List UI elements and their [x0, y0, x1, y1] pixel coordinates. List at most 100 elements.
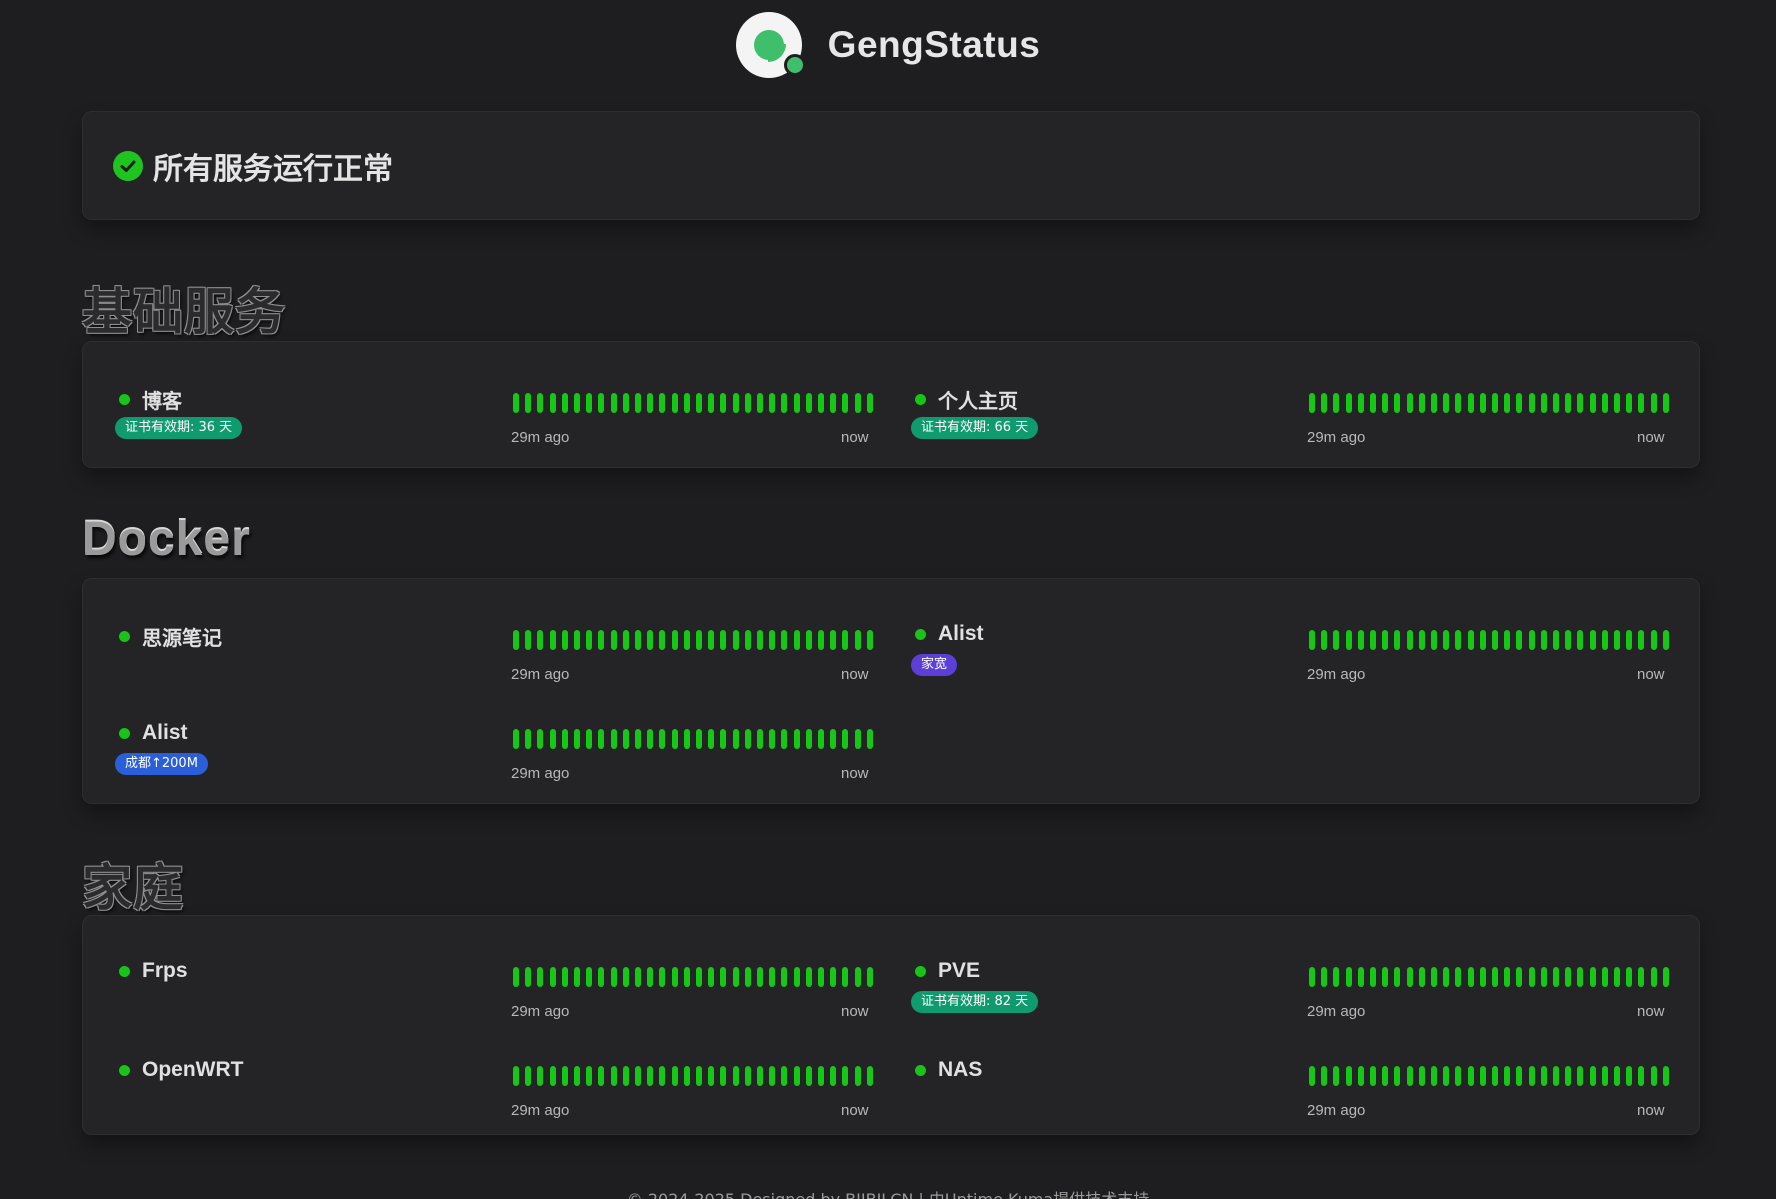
heartbeat-bar[interactable]	[1614, 630, 1621, 650]
heartbeat-bar[interactable]	[622, 630, 629, 650]
heartbeat-bar[interactable]	[1418, 630, 1425, 650]
heartbeat-bar[interactable]	[610, 630, 617, 650]
heartbeat-bar[interactable]	[671, 393, 678, 413]
heartbeat-bar[interactable]	[696, 393, 703, 413]
heartbeat-bar[interactable]	[513, 1066, 519, 1086]
heartbeat-bar[interactable]	[1370, 393, 1377, 413]
heartbeat-bar[interactable]	[1370, 967, 1377, 987]
heartbeat-bar[interactable]	[696, 630, 703, 650]
heartbeat-bar[interactable]	[683, 729, 690, 749]
heartbeat-bar[interactable]	[586, 1066, 593, 1086]
heartbeat-bar[interactable]	[647, 967, 654, 987]
heartbeat-bar[interactable]	[1650, 967, 1657, 987]
heartbeat-bar[interactable]	[635, 1066, 642, 1086]
heartbeat-bar[interactable]	[610, 967, 617, 987]
heartbeat-bar[interactable]	[1321, 1066, 1328, 1086]
heartbeat-bar[interactable]	[769, 967, 776, 987]
heartbeat-bar[interactable]	[1601, 1066, 1608, 1086]
heartbeat-bar[interactable]	[1345, 967, 1352, 987]
heartbeat-bar[interactable]	[610, 393, 617, 413]
heartbeat-bar[interactable]	[549, 630, 556, 650]
heartbeat-bar[interactable]	[1626, 967, 1633, 987]
heartbeat-bar[interactable]	[1504, 967, 1511, 987]
heartbeat-bar[interactable]	[866, 630, 873, 650]
heartbeat-bar[interactable]	[1589, 1066, 1596, 1086]
heartbeat-bar[interactable]	[781, 1066, 788, 1086]
heartbeat-bar[interactable]	[1516, 393, 1523, 413]
heartbeat-bar[interactable]	[610, 1066, 617, 1086]
heartbeat-bar[interactable]	[1382, 393, 1389, 413]
heartbeat-bar[interactable]	[1357, 1066, 1364, 1086]
heartbeat-bar[interactable]	[1406, 630, 1413, 650]
heartbeat-bar[interactable]	[598, 967, 605, 987]
heartbeat-bar[interactable]	[1455, 393, 1462, 413]
heartbeat-bar[interactable]	[1650, 630, 1657, 650]
heartbeat-bar[interactable]	[842, 967, 849, 987]
heartbeat-bar[interactable]	[708, 630, 715, 650]
heartbeat-bar[interactable]	[1626, 1066, 1633, 1086]
heartbeat-bar[interactable]	[1540, 967, 1547, 987]
monitor-item[interactable]: 思源笔记 29m ago now	[83, 614, 873, 704]
heartbeat-bar[interactable]	[635, 967, 642, 987]
heartbeat-bar[interactable]	[854, 630, 861, 650]
heartbeat-bar[interactable]	[805, 1066, 812, 1086]
heartbeat-bar[interactable]	[769, 393, 776, 413]
heartbeat-bar[interactable]	[720, 1066, 727, 1086]
heartbeat-bar[interactable]	[1638, 1066, 1645, 1086]
heartbeat-bar[interactable]	[830, 967, 837, 987]
heartbeat-bar[interactable]	[1382, 967, 1389, 987]
heartbeat-bar[interactable]	[1577, 393, 1584, 413]
monitor-item[interactable]: Alist 家宽 29m ago now	[879, 614, 1669, 704]
heartbeat-bar[interactable]	[757, 1066, 764, 1086]
heartbeat-bar[interactable]	[1577, 630, 1584, 650]
heartbeat-bar[interactable]	[1589, 393, 1596, 413]
heartbeat-bar[interactable]	[1321, 967, 1328, 987]
heartbeat-bar[interactable]	[525, 630, 532, 650]
heartbeat-bar[interactable]	[586, 729, 593, 749]
heartbeat-bar[interactable]	[866, 967, 873, 987]
heartbeat-bar[interactable]	[1455, 967, 1462, 987]
heartbeat-bar[interactable]	[1614, 967, 1621, 987]
heartbeat-bar[interactable]	[818, 393, 825, 413]
heartbeat-bar[interactable]	[1479, 967, 1486, 987]
heartbeat-bar[interactable]	[1650, 1066, 1657, 1086]
heartbeat-bar[interactable]	[561, 967, 568, 987]
heartbeat-bar[interactable]	[793, 1066, 800, 1086]
heartbeat-bar[interactable]	[549, 967, 556, 987]
heartbeat-bar[interactable]	[854, 967, 861, 987]
heartbeat-bar[interactable]	[854, 729, 861, 749]
heartbeat-bar[interactable]	[830, 729, 837, 749]
heartbeat-bar[interactable]	[1577, 967, 1584, 987]
heartbeat-bar[interactable]	[781, 393, 788, 413]
heartbeat-bar[interactable]	[1345, 1066, 1352, 1086]
heartbeat-bar[interactable]	[1382, 1066, 1389, 1086]
heartbeat-bar[interactable]	[586, 630, 593, 650]
heartbeat-bar[interactable]	[842, 729, 849, 749]
heartbeat-bar[interactable]	[1553, 1066, 1560, 1086]
heartbeat-bar[interactable]	[1309, 967, 1315, 987]
heartbeat-bar[interactable]	[1345, 393, 1352, 413]
heartbeat-bar[interactable]	[708, 1066, 715, 1086]
heartbeat-bar[interactable]	[1601, 393, 1608, 413]
heartbeat-bar[interactable]	[696, 967, 703, 987]
heartbeat-bar[interactable]	[525, 967, 532, 987]
heartbeat-bar[interactable]	[744, 393, 751, 413]
heartbeat-bar[interactable]	[1516, 1066, 1523, 1086]
heartbeat-bar[interactable]	[635, 393, 642, 413]
heartbeat-bar[interactable]	[769, 630, 776, 650]
heartbeat-bar[interactable]	[598, 630, 605, 650]
heartbeat-bar[interactable]	[708, 967, 715, 987]
heartbeat-bar[interactable]	[1309, 630, 1315, 650]
heartbeat-bar[interactable]	[549, 729, 556, 749]
heartbeat-bar[interactable]	[720, 630, 727, 650]
heartbeat-bar[interactable]	[1504, 1066, 1511, 1086]
heartbeat-bar[interactable]	[720, 729, 727, 749]
heartbeat-bar[interactable]	[671, 967, 678, 987]
heartbeat-bar[interactable]	[842, 1066, 849, 1086]
heartbeat-bar[interactable]	[830, 1066, 837, 1086]
heartbeat-bar[interactable]	[1455, 630, 1462, 650]
heartbeat-bar[interactable]	[1516, 630, 1523, 650]
heartbeat-bar[interactable]	[513, 729, 519, 749]
heartbeat-bar[interactable]	[513, 967, 519, 987]
heartbeat-bar[interactable]	[1565, 967, 1572, 987]
